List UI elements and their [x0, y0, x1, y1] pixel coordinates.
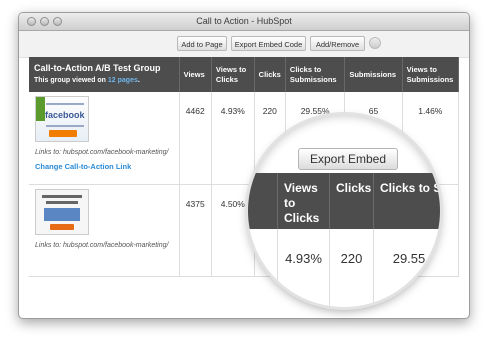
magnified-row-gap [248, 229, 278, 307]
title-bar: Call to Action - HubSpot [19, 13, 469, 31]
magnified-header-gap [248, 173, 278, 229]
magnified-value-views-to-clicks: 4.93% [278, 229, 330, 307]
close-window-button[interactable] [27, 17, 36, 26]
toolbar: Add to Page Export Embed Code Add/Remove [19, 31, 469, 58]
facebook-logo: facebook [45, 110, 85, 120]
column-header-clicks[interactable]: Clicks [254, 57, 286, 92]
window-controls [27, 17, 62, 26]
column-header-views-to-clicks[interactable]: Views to Clicks [211, 57, 255, 92]
cta-cell: facebook Links to: hubspot.com/facebook-… [29, 92, 180, 185]
column-header-views-to-submissions[interactable]: Views to Submissions [402, 57, 460, 92]
more-options-icon[interactable] [369, 37, 381, 49]
group-header: Call-to-Action A/B Test Group This group… [29, 57, 180, 92]
thumbnail-subtitle-line [46, 103, 84, 105]
magnified-export-button: Export Embed [298, 148, 398, 170]
thumbnail-tagline-line [46, 125, 84, 127]
magnified-view: Export Embed Views to Clicks Clicks Clic… [248, 115, 440, 307]
column-header-views[interactable]: Views [179, 57, 212, 92]
cta-thumbnail[interactable]: facebook [35, 96, 89, 142]
add-to-page-button[interactable]: Add to Page [177, 36, 227, 51]
minimize-window-button[interactable] [40, 17, 49, 26]
magnifier-lens: Export Embed Views to Clicks Clicks Clic… [248, 115, 440, 307]
thumbnail-subtitle-line [46, 200, 78, 204]
cta-link-text: Links to: hubspot.com/facebook-marketing… [35, 241, 169, 249]
thumbnail-title-line [42, 194, 82, 198]
views-cell: 4462 [179, 92, 212, 185]
cta-link-text: Links to: hubspot.com/facebook-marketing… [35, 149, 169, 156]
download-button-image [49, 130, 77, 137]
change-cta-link[interactable]: Change Call-to-Action Link [35, 162, 173, 171]
views-cell: 4375 [179, 184, 212, 277]
window-title: Call to Action - HubSpot [196, 16, 292, 26]
cta-thumbnail[interactable] [35, 188, 89, 235]
export-embed-code-button[interactable]: Export Embed Code [231, 36, 306, 51]
column-header-clicks-to-submissions[interactable]: Clicks to Submissions [285, 57, 346, 92]
magnified-header-clicks-to-submissions: Clicks to Submissio [374, 173, 440, 229]
magnified-header-views-to-clicks: Views to Clicks [278, 173, 330, 229]
pages-link[interactable]: 12 pages [108, 77, 138, 84]
click-me-button-image [50, 223, 74, 230]
kit-image [44, 207, 80, 221]
group-viewed-text: This group viewed on 12 pages. [34, 77, 140, 84]
zoom-window-button[interactable] [53, 17, 62, 26]
group-title: Call-to-Action A/B Test Group [34, 63, 161, 73]
magnified-header-clicks: Clicks [330, 173, 374, 229]
cta-cell: Links to: hubspot.com/facebook-marketing… [29, 184, 180, 277]
magnified-value-clicks-to-submissions: 29.55 [392, 251, 426, 266]
magnified-value-clicks: 220 [330, 229, 374, 307]
add-remove-button[interactable]: Add/Remove [310, 36, 365, 51]
column-header-submissions[interactable]: Submissions [344, 57, 403, 92]
ribbon-badge [36, 97, 45, 121]
table-header-row: Call-to-Action A/B Test Group This group… [29, 57, 460, 92]
